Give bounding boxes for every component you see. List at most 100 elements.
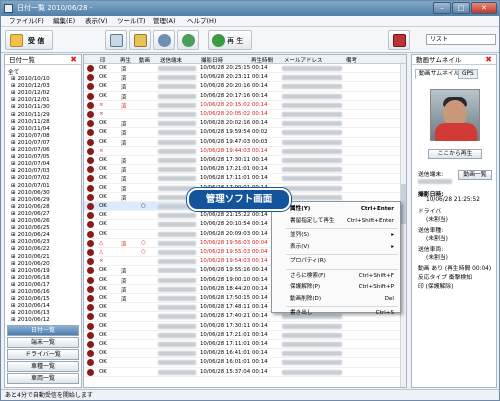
minimize-button[interactable]: – (433, 2, 451, 14)
tree-date-item[interactable]: ⊞ 2010/11/30 (11, 104, 50, 110)
context-menu-item[interactable]: プロパティ(R) (272, 256, 400, 267)
tree-date-item[interactable]: ⊞ 2010/06/26 (11, 218, 50, 224)
tree-date-item[interactable]: ⊞ 2010/12/01 (11, 97, 50, 103)
context-menu-item[interactable]: 書留指定して再生 Ctrl+Shift+Enter (272, 216, 400, 227)
tree-date-item[interactable]: ⊞ 2010/06/14 (11, 303, 50, 309)
menu-help[interactable]: ヘルプ(H) (187, 16, 216, 27)
play-button[interactable]: 再 生 (208, 30, 252, 50)
tree-date-item[interactable]: ⊞ 2010/06/27 (11, 211, 50, 217)
tree-date-item[interactable]: ⊞ 2010/07/08 (11, 133, 50, 139)
col-video[interactable]: 動画 (139, 56, 150, 64)
menu-view[interactable]: 表示(V) (85, 16, 108, 27)
table-row[interactable]: OK 済 10/06/28 19:59:54 00:02 (84, 128, 402, 138)
tree-date-item[interactable]: ⊞ 2010/06/15 (11, 296, 50, 302)
tree-date-item[interactable]: ⊞ 2010/06/22 (11, 246, 50, 252)
context-menu-item[interactable]: 属性(Y) Ctrl+Enter (272, 204, 400, 215)
context-menu-item[interactable]: 動画削除(D) Del (272, 294, 400, 305)
nav-button-4[interactable]: 車両一覧 (7, 373, 79, 384)
view-select[interactable]: リスト (426, 34, 496, 45)
col-terminal[interactable]: 送信端末 (160, 56, 182, 64)
tree-date-item[interactable]: ⊞ 2010/07/06 (11, 147, 50, 153)
close-button[interactable]: ✕ (471, 2, 497, 14)
context-menu-item[interactable]: 書き出し Ctrl+S (272, 308, 400, 319)
col-email[interactable]: メールアドレス (284, 56, 323, 64)
lock-button[interactable] (129, 30, 151, 50)
nav-button-0[interactable]: 日付一覧 (7, 325, 79, 336)
tree-date-item[interactable]: ⊞ 2010/07/03 (11, 168, 50, 174)
close-panel-icon[interactable]: ✖ (70, 55, 77, 64)
video-list-button[interactable]: 動画一覧 (458, 170, 492, 180)
tree-date-item[interactable]: ⊞ 2010/06/19 (11, 268, 50, 274)
context-menu-item[interactable]: 保護解除(P) Ctrl+Shift+P (272, 282, 400, 293)
tab-thumbnail[interactable]: 動画サムネイル (415, 69, 464, 79)
menu-admin[interactable]: 管理(A) (153, 16, 176, 27)
tree-date-item[interactable]: ⊞ 2010/06/20 (11, 261, 50, 267)
table-row[interactable]: OK 10/06/28 17:30:11 00:14 (84, 322, 402, 331)
table-row[interactable]: OK 10/06/28 16:41:01 00:14 (84, 349, 402, 359)
tree-date-item[interactable]: ⊞ 2010/11/29 (11, 112, 50, 118)
col-notes[interactable]: 備考 (346, 56, 357, 64)
table-row[interactable]: OK 済 10/06/28 17:11:01 00:14 (84, 174, 402, 184)
tree-date-item[interactable]: ⊞ 2010/07/07 (11, 140, 50, 146)
col-play[interactable]: 再生 (120, 56, 131, 64)
menu-file[interactable]: ファイル(F) (9, 16, 44, 27)
tree-date-item[interactable]: ⊞ 2010/06/16 (11, 289, 50, 295)
table-row[interactable]: OK 済 10/06/28 20:17:16 00:14 (84, 92, 402, 101)
search-button[interactable] (105, 30, 127, 50)
tree-date-item[interactable]: ⊞ 2010/10/10 (11, 76, 50, 82)
tree-date-item[interactable]: ⊞ 2010/06/12 (11, 317, 50, 323)
nav-button-2[interactable]: ドライバ一覧 (7, 349, 79, 360)
table-row[interactable]: OK 済 10/06/28 19:47:03 00:03 (84, 138, 402, 147)
tree-date-item[interactable]: ⊞ 2010/11/04 (11, 126, 50, 132)
tree-date-item[interactable]: ⊞ 2010/07/04 (11, 161, 50, 167)
tree-date-item[interactable]: ⊞ 2010/12/03 (11, 83, 50, 89)
col-mark[interactable]: 印 (100, 56, 106, 64)
table-row[interactable]: × 済 10/06/28 20:15:02 00:14 (84, 101, 402, 110)
table-row[interactable]: OK 済 10/06/28 20:02:16 00:14 (84, 119, 402, 129)
tree-date-item[interactable]: ⊞ 2010/07/05 (11, 154, 50, 160)
tree-date-item[interactable]: ⊞ 2010/06/24 (11, 232, 50, 238)
context-menu-item[interactable]: さらに検索(F) Ctrl+Shift+F (272, 271, 400, 282)
context-menu-item[interactable]: 並列(S) ▸ (272, 230, 400, 241)
table-row[interactable]: OK 10/06/28 16:01:01 00:14 (84, 358, 402, 368)
tree-date-item[interactable]: ⊞ 2010/06/23 (11, 239, 50, 245)
table-row[interactable]: × 10/06/28 19:44:03 00:14 (84, 147, 402, 156)
tree-date-item[interactable]: ⊞ 2010/06/18 (11, 275, 50, 281)
col-datetime[interactable]: 撮影日時 (201, 56, 223, 64)
table-row[interactable]: OK 済 10/06/28 20:25:15 00:14 (84, 64, 402, 74)
tree-date-item[interactable]: ⊞ 2010/07/02 (11, 175, 50, 181)
scroll-thumb[interactable] (401, 184, 406, 224)
play-from-here-button[interactable]: ここから再生 (428, 149, 482, 159)
table-row[interactable]: × 10/06/28 20:05:02 00:14 (84, 110, 402, 120)
table-row[interactable]: OK 10/06/28 15:37:04 00:14 (84, 368, 402, 377)
globe-button[interactable] (177, 30, 199, 50)
tree-date-item[interactable]: ⊞ 2010/06/17 (11, 282, 50, 288)
receive-button[interactable]: 受 信 (5, 30, 53, 50)
tree-date-item[interactable]: ⊞ 2010/06/21 (11, 254, 50, 260)
tree-date-item[interactable]: ⊞ 2010/06/13 (11, 310, 50, 316)
tree-date-item[interactable]: ⊞ 2010/07/01 (11, 183, 50, 189)
table-row[interactable]: OK 済 10/06/28 20:23:11 00:14 (84, 73, 402, 83)
maximize-button[interactable]: □ (452, 2, 470, 14)
tree-date-item[interactable]: ⊞ 2010/12/02 (11, 90, 50, 96)
exit-button[interactable] (388, 30, 410, 50)
tree-date-item[interactable]: ⊞ 2010/06/30 (11, 190, 50, 196)
table-row[interactable]: OK 済 10/06/28 17:30:11 00:14 (84, 156, 402, 166)
col-duration[interactable]: 再生時間 (251, 56, 273, 64)
menu-edit[interactable]: 編集(E) (53, 16, 75, 27)
table-row[interactable]: OK 10/06/28 17:11:01 00:14 (84, 340, 402, 350)
tree-date-item[interactable]: ⊞ 2010/06/29 (11, 197, 50, 203)
menu-tools[interactable]: ツール(T) (117, 16, 146, 27)
user-button[interactable] (153, 30, 175, 50)
context-menu-item[interactable]: 表示(V) ▸ (272, 242, 400, 253)
tree-date-item[interactable]: ⊞ 2010/06/28 (11, 204, 50, 210)
tree-date-item[interactable]: ⊞ 2010/06/25 (11, 225, 50, 231)
table-row[interactable]: OK 10/06/28 17:21:01 00:14 (84, 331, 402, 340)
nav-button-3[interactable]: 車種一覧 (7, 361, 79, 372)
tree-root[interactable]: 全て (8, 68, 19, 76)
tree-date-item[interactable]: ⊞ 2010/11/28 (11, 119, 50, 125)
close-thumbnail-icon[interactable]: ✖ (485, 55, 492, 64)
table-row[interactable]: OK 済 10/06/28 17:21:01 00:14 (84, 165, 402, 175)
nav-button-1[interactable]: 端末一覧 (7, 337, 79, 348)
tab-gps[interactable]: GPS (458, 69, 478, 79)
